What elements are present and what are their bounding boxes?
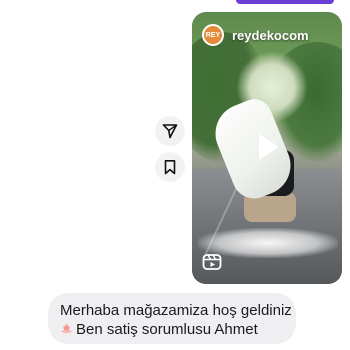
play-icon[interactable] [249, 129, 285, 165]
share-icon [162, 124, 178, 139]
lotus-emoji-icon [61, 323, 72, 334]
message-line-1: Merhaba mağazamiza hoş geldiniz [60, 302, 292, 319]
share-button[interactable] [155, 116, 185, 146]
shared-reel-card[interactable]: REY reydekocom [192, 12, 342, 284]
message-line-2: Ben satiş sorumlusu Ahmet [60, 320, 284, 339]
reels-icon [202, 254, 222, 270]
reel-avatar[interactable]: REY [202, 24, 224, 46]
save-button[interactable] [155, 152, 185, 182]
reel-username[interactable]: reydekocom [232, 28, 309, 43]
message-bubble[interactable]: Merhaba mağazamiza hoş geldiniz Ben sati… [48, 293, 296, 344]
bookmark-icon [164, 160, 176, 175]
top-message-edge [236, 0, 334, 4]
reel-header[interactable]: REY reydekocom [202, 24, 309, 46]
message-line-2-text: Ben satiş sorumlusu Ahmet [76, 321, 258, 338]
